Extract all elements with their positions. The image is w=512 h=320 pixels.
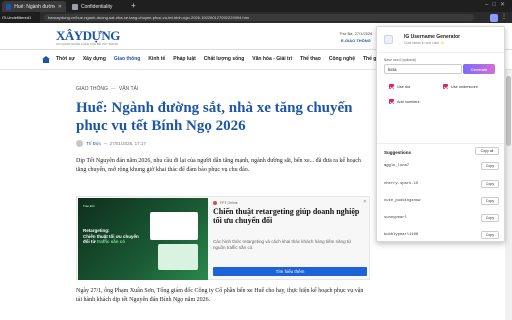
nav-item[interactable]: Xây dựng [83,56,106,62]
option-label: Use underscore [451,84,478,89]
extension-logo-icon [384,35,393,44]
tab-label: Confidentiality [81,3,113,10]
suggestion-row: cherry.spark.15 Copy [384,178,499,190]
nav-item[interactable]: Kinh tế [148,56,165,62]
author-avatar [76,140,83,147]
suggestion-row: bubblypearl1108 Copy [384,229,499,241]
suggestion-name: sunnypearl [384,216,407,220]
suggestion-name: cherry.spark.15 [384,182,419,186]
option-label: Use dot [397,84,411,89]
byline-separator: – [104,141,107,146]
ad-image-tag: Trao Đổi [83,204,95,208]
extension-icon[interactable] [490,14,498,22]
nav-item[interactable]: Văn hóa - Giải trí [252,56,292,62]
tab-confidentiality[interactable]: Confidentiality [68,1,128,12]
author-name[interactable]: Trí Đức [86,141,101,146]
nav-item[interactable]: Giao thông [114,56,140,62]
suggestion-name: cute_puddingsnow [384,199,421,203]
popup-title: IG Username Generator [404,34,461,40]
copy-all-button[interactable]: Copy all [475,147,499,155]
suggestions-heading: Suggestions [384,150,412,155]
nav-item[interactable]: Công nghệ [329,56,355,62]
tab-article[interactable]: Huế: Ngành đường sắt, nhà xe tăng ✕ [2,1,66,12]
close-icon[interactable]: ✕ [58,4,62,10]
option-add-numbers[interactable]: Add numbers [389,99,420,104]
ad-cta-button[interactable]: Tìm hiểu thêm [213,267,367,276]
ad-image-highlight: traffic sẵn có [97,239,126,244]
tab-label: Huế: Ngành đường sắt, nhà xe tăng [14,3,55,10]
suggestion-row: mgglo_luna7 Copy [384,160,499,172]
breadcrumb-item[interactable]: VẬN TẢI [119,86,138,92]
source-logo-icon [213,201,217,205]
url-field[interactable]: baoxaydung.vn/hue-nganh-duong-sat-nha-xe… [44,14,474,21]
logo-tagline: CƠ QUAN NGÔN LUẬN CỦA BỘ XÂY DỰNG [56,42,118,46]
option-use-dot[interactable]: Use dot [389,84,410,89]
nav-items: Thời sự Xây dựng Giao thông Kinh tế Pháp luậ… [56,56,383,62]
suggestion-row: cute_puddingsnow Copy [384,195,499,207]
ad-source-name: FPT Online [220,201,238,205]
nav-item[interactable]: Thế thao [300,56,321,62]
ad-image-heading: Retargeting: [83,228,110,233]
ad-image[interactable]: Trao Đổi Retargeting: Chiến thuật tối ưu… [78,198,208,280]
scrollbar-thumb[interactable] [506,76,511,146]
close-ad-icon[interactable]: ✕ [363,199,367,205]
ad-image-text: Retargeting: Chiến thuật tối ưu chuyển đ… [83,228,145,245]
sponsored-ad[interactable]: Trao Đổi Retargeting: Chiến thuật tối ưu… [76,196,370,280]
copy-button[interactable]: Copy [481,197,499,205]
browser-tab-bar: Huế: Ngành đường sắt, nhà xe tăng ✕ Conf… [0,0,512,12]
byline: Trí Đức – 27/01/2026, 17:17 [76,140,146,147]
ad-mockup-card [150,212,198,240]
popup-divider [377,143,504,144]
ad-source: FPT Online [213,201,238,205]
nav-item[interactable]: Chất lượng sống [204,56,245,62]
nav-item[interactable]: Pháp luật [173,56,196,62]
copy-button[interactable]: Copy [481,180,499,188]
header-link-egiaothong[interactable]: E-GIAO THÔNG [341,38,371,43]
ad-title[interactable]: Chiến thuật retargeting giúp doanh nghiệ… [213,207,367,225]
breadcrumb: GIAO THÔNG — VẬN TẢI [76,86,138,92]
suggestion-name: mgglo_luna7 [384,164,410,168]
nav-item[interactable]: Thời sự [56,56,75,62]
copy-button[interactable]: Copy [481,231,499,239]
option-label: Add numbers [397,99,420,104]
suggestion-name: bubblypearl1108 [384,233,419,237]
suggestion-row: sunnypearl Copy [384,212,499,224]
copy-button[interactable]: Copy [481,162,499,170]
base-word-input[interactable] [384,64,462,74]
checkbox-checked-icon[interactable] [389,84,394,89]
checkbox-checked-icon[interactable] [443,84,448,89]
option-use-underscore[interactable]: Use underscore [443,84,478,89]
header-date: Thứ Ba, 27/1/2026 [339,31,373,36]
address-bar-row: iTi-Undefiltered1 baoxaydung.vn/hue-ngan… [0,12,512,23]
new-tab-icon[interactable]: + [131,1,136,11]
popup-subtitle: Cute ideas in one click ✨ [404,41,445,45]
breadcrumb-separator: — [110,86,116,92]
menu-dots-icon[interactable]: ⋮ [501,13,507,20]
article-title: Huế: Ngành đường sắt, nhà xe tăng chuyến… [76,100,353,134]
generate-button[interactable]: Generate [463,64,495,74]
checkbox-checked-icon[interactable] [389,99,394,104]
extension-popup: IG Username Generator Cute ideas in one … [376,26,505,242]
ad-mockup-card [158,244,198,270]
article-paragraph: Ngày 27/1, ông Phạm Xuân Sơn, Tổng giám … [76,288,364,303]
article-lead: Dịp Tết Nguyên đán năm 2026, nhu cầu đi … [76,158,361,173]
page-scrollbar[interactable] [505,70,512,320]
copy-button[interactable]: Copy [481,214,499,222]
left-strip-label: iTi-Undefiltered1 [0,12,40,23]
site-favicon-icon [6,3,12,10]
base-word-label: Base word (optional) [384,58,417,62]
publish-date: 27/01/2026, 17:17 [109,141,146,146]
popup-header: IG Username Generator Cute ideas in one … [377,27,504,53]
home-icon[interactable] [42,56,50,63]
ad-description: Các hình thức retargeting và cách khai t… [213,239,352,250]
window-controls[interactable]: –□✕ [485,1,509,8]
breadcrumb-item[interactable]: GIAO THÔNG [76,86,108,92]
page-favicon-icon [72,3,78,10]
